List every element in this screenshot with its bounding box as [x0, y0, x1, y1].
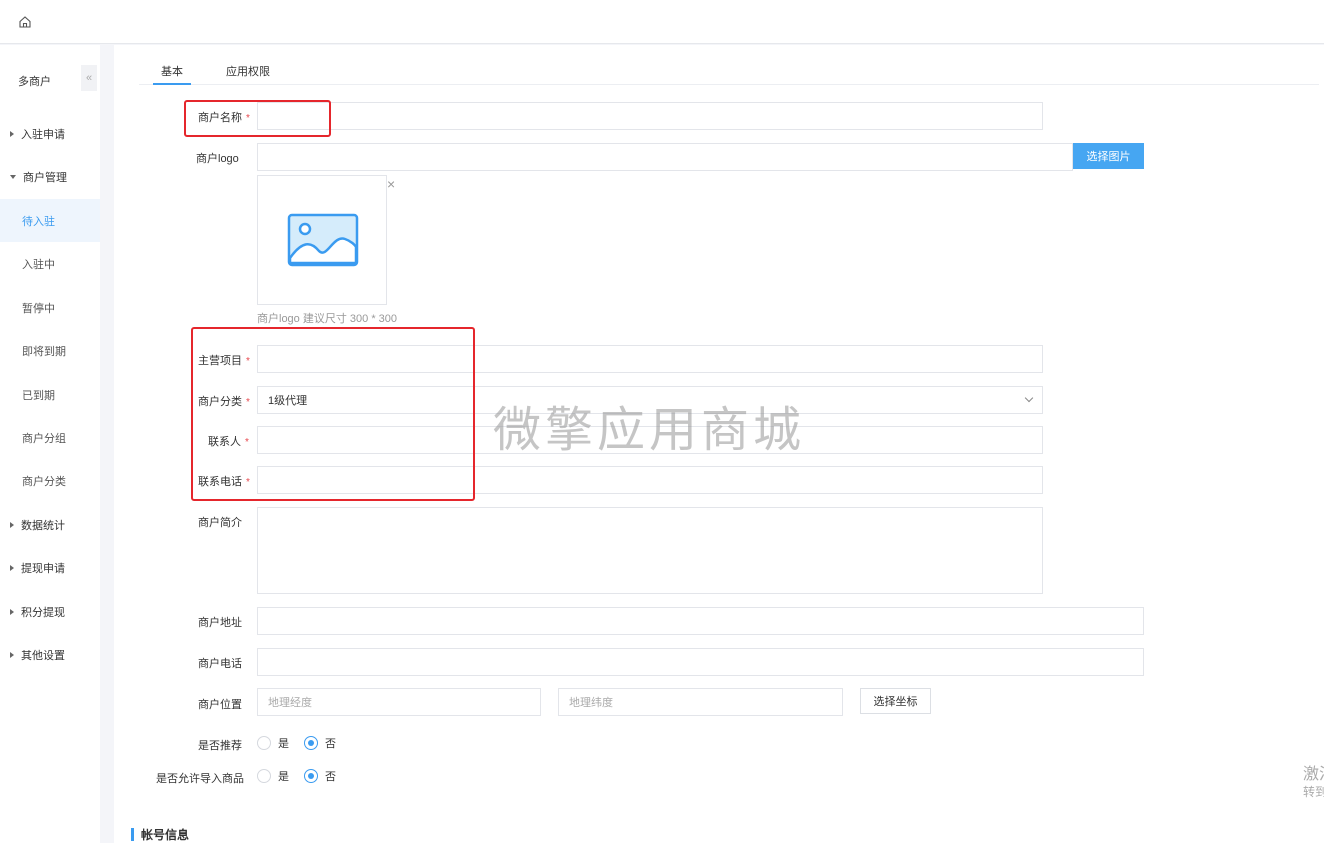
sidebar-item-label: 积分提现 [21, 606, 65, 619]
sidebar-item-merchant-manage[interactable]: 商户管理 [0, 155, 100, 198]
sidebar-item-points-withdraw[interactable]: 积分提现 [0, 590, 100, 633]
sidebar-item-label: 商户管理 [23, 171, 67, 184]
sidebar-item-label: 数据统计 [21, 519, 65, 532]
merchant-name-input[interactable] [257, 102, 1043, 130]
sidebar-title: 多商户 [18, 76, 51, 88]
sidebar-item-withdraw[interactable]: 提现申请 [0, 546, 100, 589]
recommend-yes-radio[interactable]: 是 [257, 735, 289, 751]
caret-right-icon [10, 651, 14, 658]
sidebar-item-other-settings[interactable]: 其他设置 [0, 633, 100, 676]
activation-notice-line2: 转到 [1303, 785, 1324, 799]
merchant-logo-input[interactable] [257, 143, 1073, 171]
highlight-box-required-fields [191, 327, 475, 501]
logo-size-hint: 商户logo 建议尺寸 300 * 300 [257, 313, 398, 325]
sidebar-item-in-progress[interactable]: 入驻中 [0, 242, 100, 285]
merchant-address-input[interactable] [257, 607, 1144, 635]
sidebar-item-pending[interactable]: 待入驻 [0, 199, 100, 242]
section-accent-bar [131, 828, 134, 841]
caret-right-icon [10, 130, 14, 137]
sidebar: 多商户 « 入驻申请 商户管理 待入驻 入驻中 暂停中 即将到期 已到期 商户分… [0, 45, 100, 843]
caret-right-icon [10, 608, 14, 615]
longitude-input[interactable]: 地理经度 [257, 688, 541, 716]
sidebar-item-label: 其他设置 [21, 649, 65, 662]
radio-unchecked-icon [257, 769, 271, 783]
merchant-intro-label: 商户简介 [198, 517, 242, 529]
collapse-sidebar-button[interactable]: « [81, 65, 97, 91]
radio-unchecked-icon [257, 736, 271, 750]
highlight-box-merchant-name [184, 100, 331, 137]
sidebar-item-paused[interactable]: 暂停中 [0, 286, 100, 329]
latitude-input[interactable]: 地理纬度 [558, 688, 843, 716]
image-placeholder-icon [287, 213, 359, 267]
merchant-location-label: 商户位置 [198, 699, 242, 711]
activation-notice-line1: 激活 [1303, 766, 1324, 783]
logo-preview[interactable] [257, 175, 387, 305]
top-bar [0, 0, 1324, 44]
radio-checked-icon [304, 769, 318, 783]
chevron-down-icon [1024, 393, 1034, 403]
recommend-label: 是否推荐 [198, 740, 242, 752]
allow-import-no-radio[interactable]: 否 [304, 768, 336, 784]
radio-checked-icon [304, 736, 318, 750]
remove-image-icon[interactable]: × [387, 176, 395, 192]
merchant-phone-input[interactable] [257, 648, 1144, 676]
sidebar-item-categories[interactable]: 商户分类 [0, 459, 100, 502]
merchant-phone-label: 商户电话 [198, 658, 242, 670]
sidebar-item-statistics[interactable]: 数据统计 [0, 503, 100, 546]
sidebar-item-label: 入驻申请 [21, 128, 65, 141]
tab-bar: 基本 应用权限 [139, 45, 1319, 85]
tab-basic[interactable]: 基本 [161, 63, 183, 79]
recommend-no-radio[interactable]: 否 [304, 735, 336, 751]
caret-right-icon [10, 521, 14, 528]
sidebar-item-expired[interactable]: 已到期 [0, 373, 100, 416]
active-tab-indicator [153, 83, 191, 85]
sidebar-item-apply[interactable]: 入驻申请 [0, 112, 100, 155]
account-info-section-title: 帐号信息 [131, 826, 189, 843]
caret-right-icon [10, 564, 14, 571]
merchant-address-label: 商户地址 [198, 617, 242, 629]
home-icon[interactable] [18, 15, 32, 29]
choose-coordinates-button[interactable]: 选择坐标 [860, 688, 931, 714]
sidebar-item-label: 提现申请 [21, 562, 65, 575]
sidebar-item-expiring[interactable]: 即将到期 [0, 329, 100, 372]
allow-import-yes-radio[interactable]: 是 [257, 768, 289, 784]
sidebar-item-groups[interactable]: 商户分组 [0, 416, 100, 459]
allow-import-label: 是否允许导入商品 [156, 773, 244, 785]
watermark-text: 微擎应用商城 [493, 402, 806, 458]
tab-app-permissions[interactable]: 应用权限 [226, 63, 270, 79]
merchant-intro-textarea[interactable] [257, 507, 1043, 594]
merchant-logo-label: 商户logo [196, 153, 239, 165]
choose-image-button[interactable]: 选择图片 [1073, 143, 1144, 169]
caret-down-icon [10, 174, 16, 179]
